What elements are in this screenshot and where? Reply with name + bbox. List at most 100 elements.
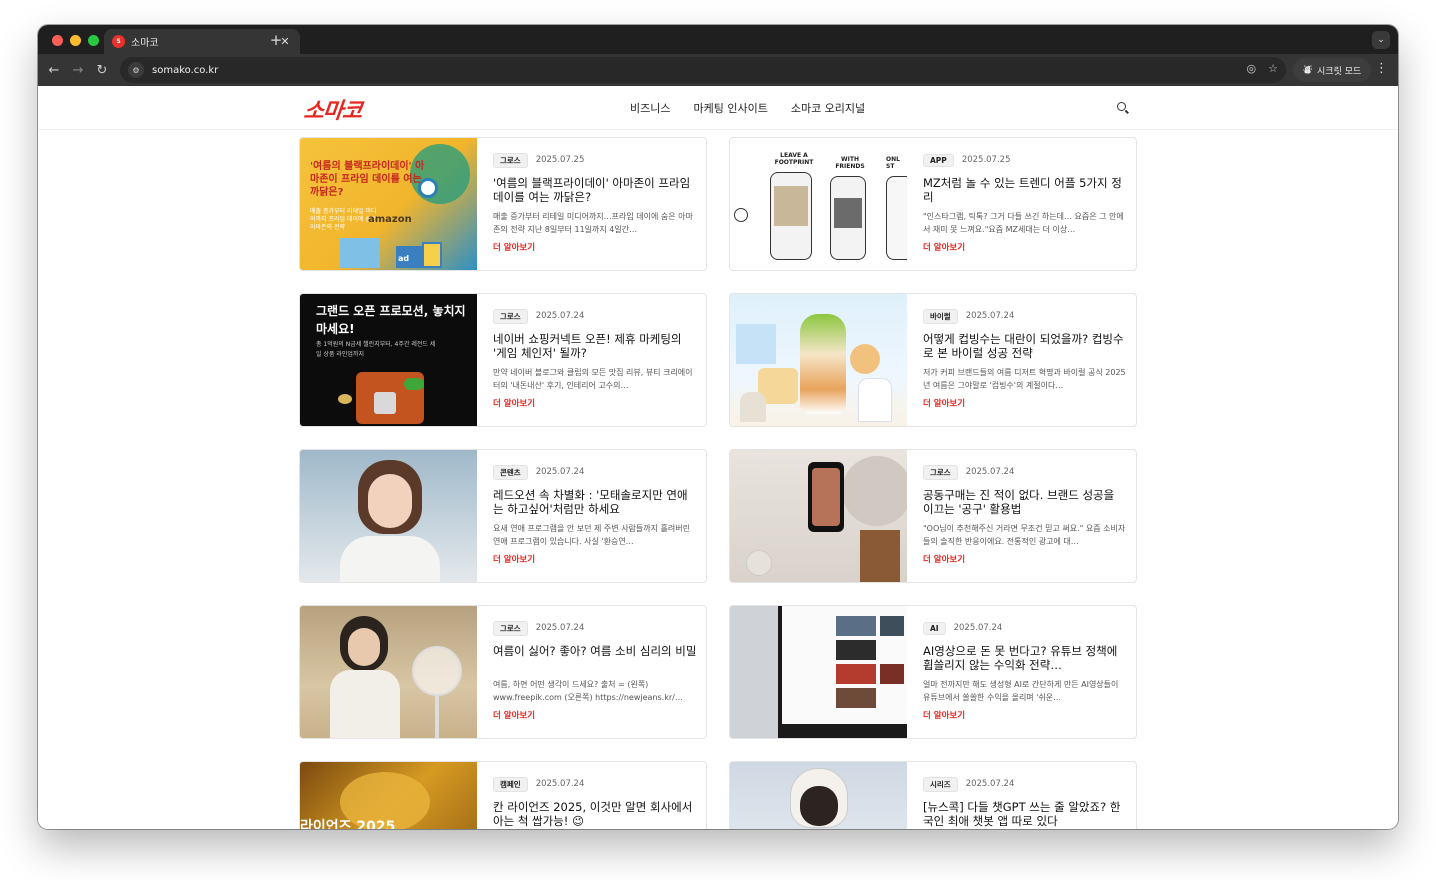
article-date: 2025.07.25 [961,155,1011,165]
browser-menu-icon[interactable]: ⋮ [1375,61,1388,76]
article-card[interactable]: AI 2025.07.24 AI영상으로 돈 못 번다고? 유튜브 정책에 휩쓸리… [729,605,1137,739]
article-title[interactable]: 네이버 쇼핑커넥트 오픈! 제휴 마케팅의 '게임 체인저' 될까? [493,332,698,360]
thumbnail-label: ONL ST [886,156,900,170]
article-date: 2025.07.24 [965,467,1015,477]
article-card[interactable]: 시리즈 2025.07.24 [뉴스콕] 다들 챗GPT 쓰는 줄 알았죠? 한국… [729,761,1137,829]
article-card[interactable]: 바이럴 2025.07.24 어떻게 컵빙수는 대란이 되었을까? 컵빙수로 본 … [729,293,1137,427]
article-thumbnail[interactable] [300,450,477,582]
ad-label: ad [398,254,410,263]
site-logo[interactable]: 소마코 [302,93,363,125]
article-thumbnail[interactable]: 그랜드 오픈 프로모션, 놓치지 마세요! 총 1억원의 N금세 챌린지부터, … [300,294,477,426]
article-card[interactable]: 그로스 2025.07.24 공동구매는 진 적이 없다. 브랜드 성공을 이끄는… [729,449,1137,583]
article-thumbnail[interactable] [300,606,477,738]
article-thumbnail[interactable] [730,450,907,582]
thumbnail-label: LEAVE A FOOTPRINT [774,152,814,166]
category-badge[interactable]: APP [923,153,954,167]
article-excerpt: 요새 연애 프로그램을 안 보던 제 주변 사람들까지 홀려버린 연애 프로그램… [493,524,690,546]
article-card[interactable]: 라이언즈 2025 캠페인 2025.07.24 칸 라이언즈 2025, 이것만… [299,761,707,829]
category-badge[interactable]: 그로스 [493,152,528,168]
browser-window: S 소마코 ✕ + ⌄ ← → ↻ ⚙ somako.co.kr ◎ ☆ ⛇ 시… [38,25,1398,829]
article-thumbnail[interactable] [730,606,907,738]
amazon-logo: amazon [368,214,412,225]
search-icon[interactable] [1116,101,1130,115]
zoom-window-button[interactable] [88,35,99,46]
article-excerpt: 얼마 전까지만 해도 생성형 AI로 간단하게 만든 AI영상들이 유튜브에서 … [923,680,1119,702]
site-favicon-icon: S [112,35,125,48]
category-badge[interactable]: AI [923,621,946,635]
article-thumbnail[interactable]: LEAVE A FOOTPRINT WITH FRIENDS ONL ST [730,138,907,270]
read-more-link[interactable]: 더 알아보기 [923,709,1128,721]
back-arrow-icon[interactable]: ← [44,60,64,80]
new-tab-button[interactable]: + [268,31,284,49]
article-excerpt: 만약 네이버 블로그와 클립의 모든 맛집 리뷰, 뷰티 크리에이터의 '내돈내… [493,368,693,390]
article-thumbnail[interactable] [730,762,907,829]
category-badge[interactable]: 그로스 [493,308,528,324]
article-thumbnail[interactable] [730,294,907,426]
close-window-button[interactable] [52,35,63,46]
read-more-link[interactable]: 더 알아보기 [493,241,698,253]
nav-item-business[interactable]: 비즈니스 [630,100,670,116]
minimize-window-button[interactable] [70,35,81,46]
article-title[interactable]: [뉴스콕] 다들 챗GPT 쓰는 줄 알았죠? 한국인 최애 챗봇 앱 따로 있… [923,800,1128,828]
article-title[interactable]: 칸 라이언즈 2025, 이것만 알면 회사에서 아는 척 쌉가능! 😉 [493,800,698,828]
nav-item-marketing-insight[interactable]: 마케팅 인사이트 [693,100,767,116]
thumbnail-headline: 라이언즈 2025 [300,819,396,829]
category-badge[interactable]: 그로스 [923,464,958,480]
read-more-link[interactable]: 더 알아보기 [493,397,698,409]
article-card[interactable]: '여름의 블랙프라이데이' 아마존이 프라임 데이를 여는 까닭은? 매출 증가… [299,137,707,271]
incognito-indicator[interactable]: ⛇ 시크릿 모드 [1293,58,1372,82]
thumbnail-label: WITH FRIENDS [835,156,865,170]
article-date: 2025.07.24 [535,779,585,789]
address-bar[interactable]: ⚙ somako.co.kr ◎ ☆ [120,57,1286,83]
article-thumbnail[interactable]: '여름의 블랙프라이데이' 아마존이 프라임 데이를 여는 까닭은? 매출 증가… [300,138,477,270]
incognito-icon: ⛇ [1303,65,1313,76]
article-date: 2025.07.24 [965,311,1015,321]
article-title[interactable]: 레드오션 속 차별화 : '모태솔로지만 연애는 하고싶어'처럼만 하세요 [493,488,698,516]
tab-strip: S 소마코 ✕ + ⌄ [38,25,1398,54]
site-info-icon[interactable]: ⚙ [128,62,144,78]
article-title[interactable]: 공동구매는 진 적이 없다. 브랜드 성공을 이끄는 '공구' 활용법 [923,488,1128,516]
read-more-link[interactable]: 더 알아보기 [493,553,698,565]
article-date: 2025.07.25 [535,155,585,165]
reload-icon[interactable]: ↻ [92,60,112,80]
article-excerpt: 저가 커피 브랜드들의 여름 디저트 혁명과 바이럴 공식 2025년 여름은 … [923,368,1126,390]
nav-item-somako-original[interactable]: 소마코 오리지널 [791,100,865,116]
article-card[interactable]: 그랜드 오픈 프로모션, 놓치지 마세요! 총 1억원의 N금세 챌린지부터, … [299,293,707,427]
browser-toolbar: ← → ↻ ⚙ somako.co.kr ◎ ☆ ⛇ 시크릿 모드 ⋮ [38,54,1398,86]
bookmark-star-icon[interactable]: ☆ [1268,62,1278,75]
forward-arrow-icon[interactable]: → [68,60,88,80]
incognito-label: 시크릿 모드 [1317,66,1362,77]
article-thumbnail[interactable]: 라이언즈 2025 [300,762,477,829]
read-more-link[interactable]: 더 알아보기 [493,709,698,721]
url-text[interactable]: somako.co.kr [152,65,218,76]
article-date: 2025.07.24 [535,311,585,321]
article-title[interactable]: 여름이 싫어? 좋아? 여름 소비 심리의 비밀 [493,644,698,672]
web-page: 소마코 비즈니스 마케팅 인사이트 소마코 오리지널 '여름의 블랙프라이데이'… [38,86,1398,829]
read-more-link[interactable]: 더 알아보기 [923,241,1128,253]
article-date: 2025.07.24 [965,779,1015,789]
article-card[interactable]: LEAVE A FOOTPRINT WITH FRIENDS ONL ST AP… [729,137,1137,271]
category-badge[interactable]: 바이럴 [923,308,958,324]
tab-title: 소마코 [131,38,159,49]
category-badge[interactable]: 캠페인 [493,776,528,792]
article-title[interactable]: AI영상으로 돈 못 번다고? 유튜브 정책에 휩쓸리지 않는 수익화 전략… [923,644,1128,672]
article-card[interactable]: 콘텐츠 2025.07.24 레드오션 속 차별화 : '모태솔로지만 연애는 하… [299,449,707,583]
read-more-link[interactable]: 더 알아보기 [923,553,1128,565]
thumbnail-sub: 총 1억원의 N금세 챌린지부터, 4주간 레전드 세일 상품 라인업까지 [316,341,436,358]
article-title[interactable]: '여름의 블랙프라이데이' 아마존이 프라임 데이를 여는 까닭은? [493,176,698,204]
article-date: 2025.07.24 [953,623,1003,633]
article-title[interactable]: MZ처럼 놀 수 있는 트렌디 어플 5가지 정리 [923,176,1128,204]
article-excerpt: 여름, 하면 어떤 생각이 드세요? 출처 = (왼쪽) www.freepik… [493,680,683,702]
category-badge[interactable]: 콘텐츠 [493,464,528,480]
category-badge[interactable]: 그로스 [493,620,528,636]
tab-search-chevron-icon[interactable]: ⌄ [1372,31,1390,49]
read-more-link[interactable]: 더 알아보기 [923,397,1128,409]
article-date: 2025.07.24 [535,623,585,633]
article-card[interactable]: 그로스 2025.07.24 여름이 싫어? 좋아? 여름 소비 심리의 비밀 여… [299,605,707,739]
main-nav: 비즈니스 마케팅 인사이트 소마코 오리지널 [630,100,865,116]
thumbnail-headline: '여름의 블랙프라이데이' 아마존이 프라임 데이를 여는 까닭은? [310,161,425,198]
eye-off-icon[interactable]: ◎ [1247,62,1257,75]
category-badge[interactable]: 시리즈 [923,776,958,792]
article-title[interactable]: 어떻게 컵빙수는 대란이 되었을까? 컵빙수로 본 바이럴 성공 전략 [923,332,1128,360]
site-header: 소마코 비즈니스 마케팅 인사이트 소마코 오리지널 [38,86,1398,130]
